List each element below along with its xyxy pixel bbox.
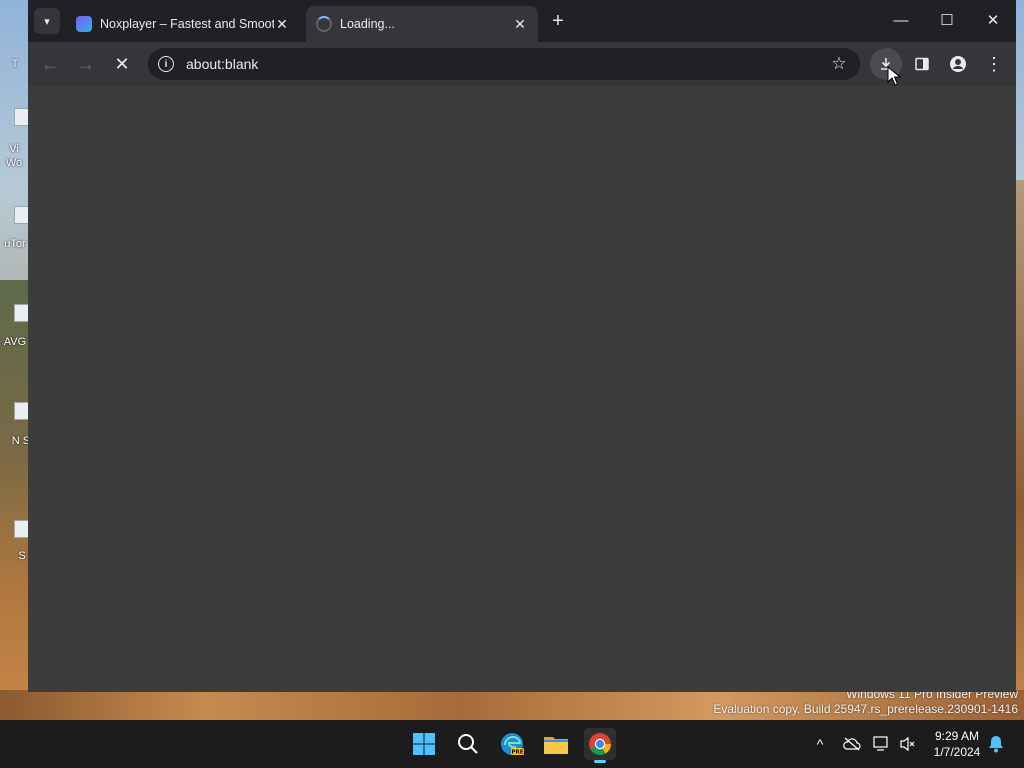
close-icon: ✕ <box>114 53 130 74</box>
side-panel-icon <box>915 57 929 71</box>
stop-loading-button[interactable]: ✕ <box>106 48 138 80</box>
start-button[interactable] <box>408 728 440 760</box>
mouse-cursor-icon <box>887 66 901 86</box>
watermark-line2: Evaluation copy. Build 25947.rs_prerelea… <box>713 702 1018 716</box>
search-icon <box>458 734 478 754</box>
desktop-icon[interactable]: T <box>0 58 30 70</box>
arrow-right-icon: → <box>77 53 95 74</box>
network-tray-button[interactable] <box>872 734 892 754</box>
side-panel-button[interactable] <box>906 48 938 80</box>
chevron-down-icon: ▾ <box>44 15 50 28</box>
profile-icon <box>950 56 966 72</box>
desktop-icon-utorrent[interactable]: uTor <box>0 206 32 250</box>
site-info-icon[interactable]: i <box>158 56 174 72</box>
tab-title: Noxplayer – Fastest and Smoot <box>100 17 274 31</box>
chrome-window: ▾ Noxplayer – Fastest and Smoot ✕ Loadin… <box>28 0 1016 692</box>
minimize-button[interactable]: — <box>878 0 924 40</box>
loading-spinner-icon <box>316 16 332 32</box>
desktop-icon-label: AVG <box>3 336 27 348</box>
close-tab-icon[interactable]: ✕ <box>274 16 290 33</box>
volume-muted-icon <box>900 736 915 752</box>
cloud-off-icon <box>843 737 861 751</box>
minimize-icon: — <box>893 11 909 29</box>
plus-icon: + <box>552 10 564 32</box>
maximize-button[interactable]: ☐ <box>924 0 970 40</box>
profile-button[interactable] <box>942 48 974 80</box>
chevron-up-icon: ^ <box>816 736 824 752</box>
tab-loading[interactable]: Loading... ✕ <box>306 6 538 42</box>
edge-badge-label: PRE <box>511 750 523 756</box>
clock-date: 1/7/2024 <box>933 745 981 759</box>
onedrive-tray-button[interactable] <box>842 734 862 754</box>
taskbar-edge-preview[interactable]: PRE <box>496 728 528 760</box>
bell-icon <box>989 736 1003 753</box>
tab-search-button[interactable]: ▾ <box>34 8 60 34</box>
more-vert-icon: ⋮ <box>985 53 1003 74</box>
desktop-icon-avg[interactable]: AVG <box>0 304 32 348</box>
taskbar-chrome[interactable] <box>584 728 616 763</box>
forward-button[interactable]: → <box>70 48 102 80</box>
close-icon: ✕ <box>986 12 1000 29</box>
desktop-icon-label: Vi Wo <box>5 143 23 169</box>
back-button[interactable]: ← <box>34 48 66 80</box>
network-icon <box>873 736 888 751</box>
chrome-icon <box>589 733 611 755</box>
desktop-icon-label: uTor <box>4 238 26 250</box>
active-app-indicator <box>594 760 606 763</box>
file-explorer-icon <box>544 737 568 754</box>
taskbar: PRE ^ 9:29 AM 1/7/2024 <box>0 720 1024 768</box>
tab-noxplayer[interactable]: Noxplayer – Fastest and Smoot ✕ <box>66 6 300 42</box>
taskbar-file-explorer[interactable] <box>540 728 572 760</box>
desktop-icon-vmware[interactable]: Vi Wo <box>0 108 32 170</box>
close-window-button[interactable]: ✕ <box>970 0 1016 40</box>
windows-start-icon <box>413 733 435 755</box>
desktop-icon-n[interactable]: N Se <box>0 402 36 448</box>
notifications-button[interactable] <box>986 734 1006 754</box>
star-icon[interactable]: ☆ <box>824 54 854 74</box>
menu-button[interactable]: ⋮ <box>978 48 1010 80</box>
taskbar-search-button[interactable] <box>452 728 484 760</box>
maximize-icon: ☐ <box>940 12 954 29</box>
volume-tray-button[interactable] <box>898 734 918 754</box>
arrow-left-icon: ← <box>41 53 59 74</box>
url-text[interactable]: about:blank <box>186 56 824 72</box>
desktop-icon-s[interactable]: S <box>0 520 32 562</box>
page-content[interactable] <box>28 86 1016 692</box>
show-hidden-icons-button[interactable]: ^ <box>810 734 830 754</box>
tab-title: Loading... <box>340 17 395 31</box>
close-tab-icon[interactable]: ✕ <box>512 16 528 33</box>
taskbar-clock[interactable]: 9:29 AM 1/7/2024 <box>926 728 988 760</box>
desktop-icon-label: T <box>11 58 19 70</box>
address-bar[interactable]: i about:blank ☆ <box>148 48 860 80</box>
tab-strip: ▾ Noxplayer – Fastest and Smoot ✕ Loadin… <box>28 0 1016 42</box>
edge-preview-icon: PRE <box>501 733 524 756</box>
browser-toolbar: ← → ✕ i about:blank ☆ ⋮ <box>28 42 1016 86</box>
new-tab-button[interactable]: + <box>546 8 570 34</box>
noxplayer-favicon-icon <box>76 16 92 32</box>
clock-time: 9:29 AM <box>934 729 980 743</box>
